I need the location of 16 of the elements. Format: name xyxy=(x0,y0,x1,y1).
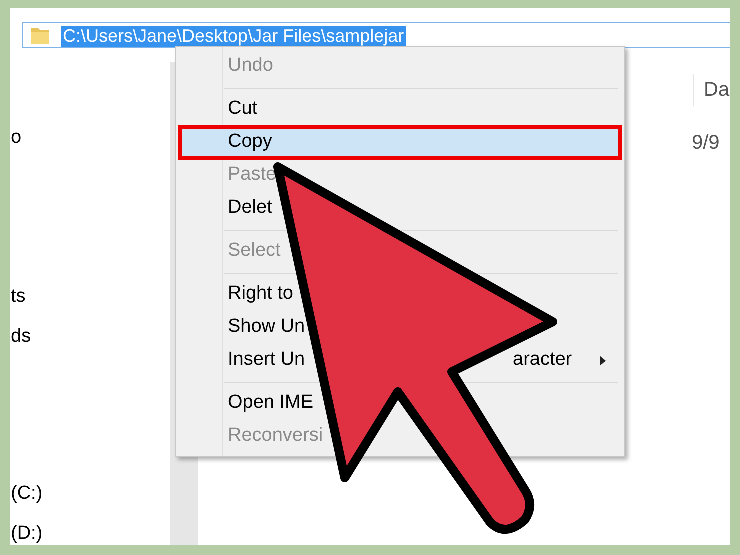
menu-item[interactable]: Copy xyxy=(178,126,622,159)
sidebar-item[interactable]: ts xyxy=(11,285,26,309)
table-cell-text: 9/9 xyxy=(692,131,720,156)
menu-item[interactable]: Cut xyxy=(228,95,258,124)
address-path: C:\Users\Jane\Desktop\Jar Files\samplejar xyxy=(61,26,406,47)
sidebar-item[interactable]: o xyxy=(11,126,22,150)
menu-item-text: aracter xyxy=(513,348,572,372)
menu-item[interactable]: Show Un xyxy=(228,313,306,342)
menu-item[interactable]: Delet xyxy=(228,194,272,223)
sidebar-item[interactable]: ds xyxy=(11,325,32,349)
column-header[interactable]: Da xyxy=(704,74,730,106)
menu-item[interactable]: Insert Un xyxy=(228,346,306,375)
menu-item[interactable]: Right to xyxy=(228,280,294,309)
sidebar-item[interactable]: (C:) xyxy=(11,482,43,506)
sidebar-item[interactable]: (D:) xyxy=(11,522,43,545)
menu-item[interactable]: Open IME xyxy=(228,389,314,418)
